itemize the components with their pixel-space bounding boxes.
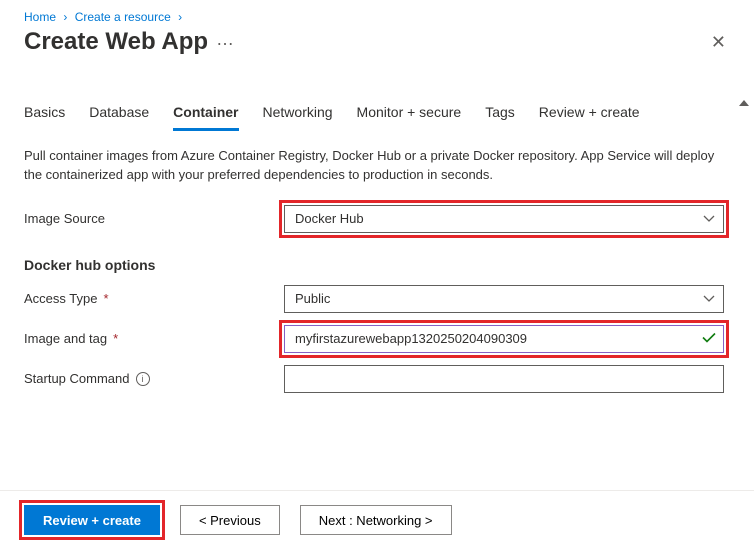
scroll-up-arrow-icon xyxy=(739,100,749,106)
breadcrumb-item-create-resource[interactable]: Create a resource xyxy=(75,10,171,24)
tab-description: Pull container images from Azure Contain… xyxy=(24,147,724,185)
title-row: Create Web App … ✕ xyxy=(0,28,754,64)
label-access-type: Access Type* xyxy=(24,291,284,306)
close-icon[interactable]: ✕ xyxy=(707,32,730,53)
page-title: Create Web App xyxy=(24,28,208,56)
scrollbar[interactable] xyxy=(736,100,752,106)
label-image-source: Image Source xyxy=(24,211,284,226)
more-actions-icon[interactable]: … xyxy=(208,29,234,50)
row-startup-command: Startup Command i xyxy=(24,365,730,393)
tab-networking[interactable]: Networking xyxy=(263,98,333,131)
chevron-down-icon xyxy=(703,292,715,306)
previous-button[interactable]: < Previous xyxy=(180,505,280,535)
breadcrumb-separator: › xyxy=(174,10,186,24)
label-image-and-tag: Image and tag* xyxy=(24,331,284,346)
chevron-down-icon xyxy=(703,212,715,226)
required-indicator: * xyxy=(113,331,118,346)
input-startup-command[interactable] xyxy=(284,365,724,393)
wizard-footer: Review + create < Previous Next : Networ… xyxy=(0,490,754,549)
breadcrumb-item-home[interactable]: Home xyxy=(24,10,56,24)
tabs: Basics Database Container Networking Mon… xyxy=(24,98,730,131)
breadcrumb-separator: › xyxy=(59,10,71,24)
dropdown-image-source[interactable]: Docker Hub xyxy=(284,205,724,233)
section-heading-docker-hub: Docker hub options xyxy=(24,257,730,273)
tab-basics[interactable]: Basics xyxy=(24,98,65,131)
dropdown-value: Docker Hub xyxy=(295,211,364,226)
next-button[interactable]: Next : Networking > xyxy=(300,505,452,535)
dropdown-access-type[interactable]: Public xyxy=(284,285,724,313)
review-create-button[interactable]: Review + create xyxy=(24,505,160,535)
tab-review-create[interactable]: Review + create xyxy=(539,98,640,131)
tab-monitor-secure[interactable]: Monitor + secure xyxy=(357,98,462,131)
main-content: Basics Database Container Networking Mon… xyxy=(0,90,754,479)
row-image-and-tag: Image and tag* xyxy=(24,325,730,353)
tab-container[interactable]: Container xyxy=(173,98,238,131)
tab-database[interactable]: Database xyxy=(89,98,149,131)
required-indicator: * xyxy=(103,291,108,306)
input-image-and-tag[interactable] xyxy=(284,325,724,353)
breadcrumb: Home › Create a resource › xyxy=(0,0,754,28)
row-access-type: Access Type* Public xyxy=(24,285,730,313)
info-icon[interactable]: i xyxy=(136,372,150,386)
label-startup-command: Startup Command i xyxy=(24,371,284,386)
dropdown-value: Public xyxy=(295,291,330,306)
tab-tags[interactable]: Tags xyxy=(485,98,515,131)
row-image-source: Image Source Docker Hub xyxy=(24,205,730,233)
